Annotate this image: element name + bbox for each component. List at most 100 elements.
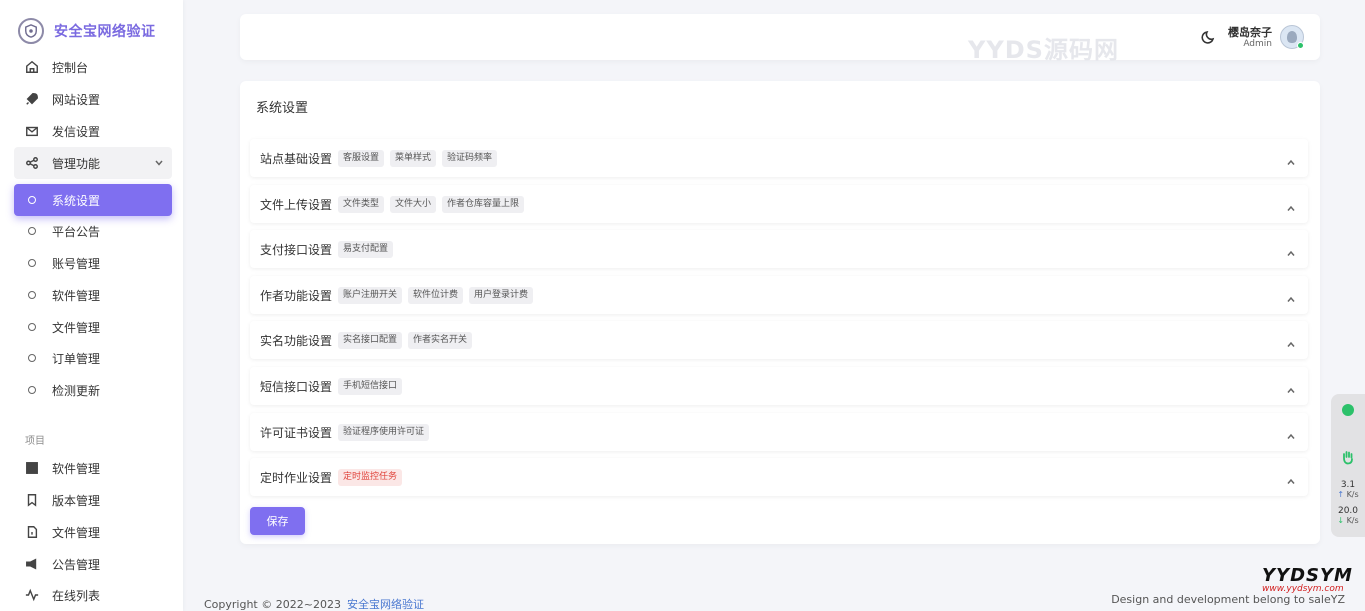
sidebar-item-mail-settings[interactable]: 发信设置 — [14, 115, 172, 147]
circle-icon — [28, 259, 36, 267]
sidebar-item-project-software[interactable]: 软件管理 — [14, 452, 172, 484]
section-label-projects: 项目 — [25, 436, 45, 447]
mail-icon — [24, 123, 40, 139]
save-button[interactable]: 保存 — [250, 507, 305, 535]
sidebar-item-system-settings[interactable]: 系统设置 — [14, 184, 172, 216]
footer-copyright: Copyright © 2022~2023 安全宝网络验证 — [204, 596, 424, 611]
bookmark-icon — [24, 492, 40, 508]
sidebar-item-label: 网站设置 — [52, 92, 101, 107]
chevron-up-icon[interactable] — [1286, 290, 1296, 302]
sidebar-item-orders[interactable]: 订单管理 — [14, 342, 172, 374]
settings-row-payment[interactable]: 支付接口设置 易支付配置 — [250, 230, 1308, 268]
upload-speed: 3.1 — [1340, 480, 1356, 490]
row-tag: 验证程序使用许可证 — [338, 423, 430, 441]
settings-row-cron[interactable]: 定时作业设置 定时监控任务 — [250, 458, 1308, 496]
row-tag-danger: 定时监控任务 — [338, 468, 403, 486]
footer-brand-link[interactable]: 安全宝网络验证 — [347, 598, 424, 611]
sidebar-item-label: 账号管理 — [52, 256, 101, 271]
sidebar-item-label: 订单管理 — [52, 351, 101, 366]
upload-unit-text: K/s — [1346, 490, 1359, 499]
chevron-up-icon[interactable] — [1286, 199, 1296, 211]
network-speed-widget[interactable]: 3.1 ↑ K/s 20.0 ↓ K/s — [1331, 394, 1365, 537]
sidebar-item-files[interactable]: 文件管理 — [14, 311, 172, 343]
user-name: 樱岛奈子 — [1228, 26, 1272, 39]
row-title: 定时作业设置 — [260, 470, 333, 485]
row-tag: 账户注册开关 — [338, 286, 403, 304]
arrow-up-icon: ↑ — [1337, 490, 1345, 499]
rocket-icon — [24, 91, 40, 107]
top-header: YYDS源码网 樱岛奈子 Admin — [240, 14, 1320, 64]
sidebar-item-label: 检测更新 — [52, 383, 101, 398]
status-dot-icon — [1342, 404, 1354, 416]
settings-card: 系统设置 站点基础设置 客服设置 菜单样式 验证码频率 文件上传设置 文件类型 … — [240, 81, 1320, 544]
row-title: 作者功能设置 — [260, 288, 333, 303]
copyright-text: Copyright © 2022~2023 — [204, 598, 341, 611]
row-tag: 文件类型 — [338, 195, 385, 213]
sidebar-group-label: 管理功能 — [52, 156, 101, 171]
sidebar-item-check-update[interactable]: 检测更新 — [14, 374, 172, 406]
sidebar-group-management[interactable]: 管理功能 — [14, 147, 172, 179]
file-icon — [24, 524, 40, 540]
upload-unit: ↑ K/s — [1331, 490, 1365, 499]
chevron-down-icon — [154, 157, 164, 171]
chevron-up-icon[interactable] — [1286, 427, 1296, 439]
online-status-dot — [1297, 42, 1304, 49]
brand[interactable]: 安全宝网络验证 — [18, 16, 156, 46]
sidebar-item-label: 版本管理 — [52, 493, 101, 508]
page-title: 系统设置 — [256, 101, 309, 116]
chevron-up-icon[interactable] — [1286, 381, 1296, 393]
activity-icon — [24, 587, 40, 603]
circle-icon — [28, 196, 36, 204]
sidebar-item-website-settings[interactable]: 网站设置 — [14, 83, 172, 115]
sidebar-item-accounts[interactable]: 账号管理 — [14, 247, 172, 279]
row-tag: 作者仓库容量上限 — [442, 195, 525, 213]
circle-icon — [28, 386, 36, 394]
sidebar-item-software[interactable]: 软件管理 — [14, 279, 172, 311]
chevron-up-icon[interactable] — [1286, 335, 1296, 347]
chevron-up-icon[interactable] — [1286, 244, 1296, 256]
download-unit-text: K/s — [1346, 516, 1359, 525]
download-unit: ↓ K/s — [1331, 516, 1365, 525]
circle-icon — [28, 227, 36, 235]
chevron-up-icon[interactable] — [1286, 472, 1296, 484]
download-speed: 20.0 — [1337, 506, 1359, 516]
corner-watermark-logo: YYDSYM www.yydsym.com — [1262, 565, 1362, 609]
sidebar-item-label: 公告管理 — [52, 557, 101, 572]
row-tag: 易支付配置 — [338, 240, 394, 258]
sidebar-item-notices[interactable]: 公告管理 — [14, 548, 172, 580]
server-icon — [24, 460, 40, 476]
sidebar-item-project-files[interactable]: 文件管理 — [14, 516, 172, 548]
row-title: 文件上传设置 — [260, 197, 333, 212]
hand-icon[interactable] — [1340, 449, 1356, 465]
sidebar-item-versions[interactable]: 版本管理 — [14, 484, 172, 516]
row-title: 站点基础设置 — [260, 151, 333, 166]
sidebar-item-label: 文件管理 — [52, 525, 101, 540]
dark-mode-toggle-icon[interactable] — [1201, 29, 1217, 45]
row-tag: 文件大小 — [390, 195, 437, 213]
sidebar-item-online-list[interactable]: 在线列表 — [14, 579, 172, 611]
settings-row-license[interactable]: 许可证书设置 验证程序使用许可证 — [250, 413, 1308, 451]
circle-icon — [28, 354, 36, 362]
row-tag: 软件位计费 — [408, 286, 464, 304]
settings-row-sms[interactable]: 短信接口设置 手机短信接口 — [250, 367, 1308, 405]
chevron-up-icon[interactable] — [1286, 153, 1296, 165]
watermark-text: YYDS源码网 — [968, 36, 1119, 64]
settings-row-author[interactable]: 作者功能设置 账户注册开关 软件位计费 用户登录计费 — [250, 276, 1308, 314]
sidebar: 安全宝网络验证 控制台 网站设置 发信设置 管理功能 系统设置 平台公告 账号管… — [0, 0, 183, 611]
row-title: 许可证书设置 — [260, 425, 333, 440]
sidebar-item-announcements[interactable]: 平台公告 — [14, 215, 172, 247]
settings-row-site-basic[interactable]: 站点基础设置 客服设置 菜单样式 验证码频率 — [250, 139, 1308, 177]
row-tag: 用户登录计费 — [469, 286, 534, 304]
settings-row-file-upload[interactable]: 文件上传设置 文件类型 文件大小 作者仓库容量上限 — [250, 185, 1308, 223]
sidebar-item-label: 在线列表 — [52, 588, 101, 603]
sidebar-item-label: 软件管理 — [52, 461, 101, 476]
row-tag: 验证码频率 — [442, 149, 498, 167]
home-icon — [24, 59, 40, 75]
avatar-figure — [1287, 31, 1297, 43]
settings-row-real-name[interactable]: 实名功能设置 实名接口配置 作者实名开关 — [250, 321, 1308, 359]
sidebar-item-dashboard[interactable]: 控制台 — [14, 51, 172, 83]
row-title: 实名功能设置 — [260, 333, 333, 348]
brand-title: 安全宝网络验证 — [54, 24, 156, 40]
share-icon — [24, 155, 40, 171]
row-tag: 作者实名开关 — [408, 331, 473, 349]
